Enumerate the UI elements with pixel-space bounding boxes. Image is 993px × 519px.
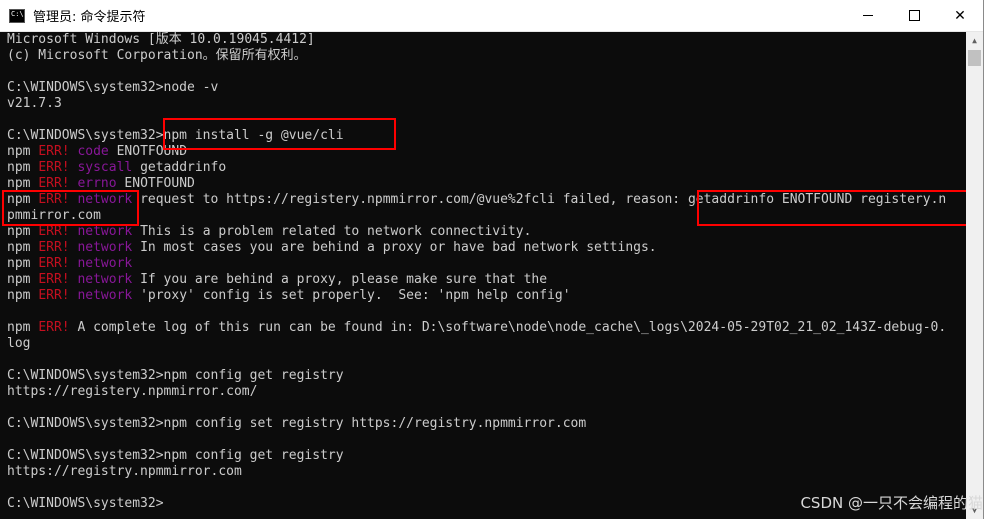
console-text: npm — [7, 224, 39, 239]
title-bar[interactable]: C:\ 管理员: 命令提示符 ✕ — [0, 0, 983, 32]
console-text: Microsoft Windows [版本 10.0.19045.4412] — [7, 32, 315, 47]
err-tag: ERR! — [38, 272, 70, 287]
err-category: network — [77, 288, 133, 303]
console-text: npm — [7, 256, 39, 271]
minimize-icon — [863, 15, 873, 16]
console-text: C:\WINDOWS\system32>npm config get regis… — [7, 368, 344, 383]
err-tag: ERR! — [38, 288, 70, 303]
cmd-app-icon: C:\ — [9, 8, 25, 23]
highlight-box-command — [163, 118, 396, 150]
console-text: log — [7, 336, 31, 351]
console-text: npm — [7, 160, 39, 175]
console-output[interactable]: Microsoft Windows [版本 10.0.19045.4412] (c… — [0, 32, 966, 519]
csdn-watermark: CSDN @一只不会编程的猫 — [800, 494, 983, 512]
vertical-scrollbar[interactable]: ▲ ▼ — [966, 32, 983, 519]
console-line: log — [7, 336, 946, 352]
close-button[interactable]: ✕ — [937, 0, 983, 31]
console-line: C:\WINDOWS\system32>npm config get regis… — [7, 448, 946, 464]
console-lines: Microsoft Windows [版本 10.0.19045.4412] (c… — [7, 32, 946, 512]
err-category: network — [77, 272, 133, 287]
window-title: 管理员: 命令提示符 — [33, 10, 146, 25]
console-text: A complete log of this run can be found … — [69, 320, 947, 335]
console-text: npm — [7, 320, 39, 335]
console-text: ENOTFOUND — [116, 176, 195, 191]
console-line: npm ERR! syscall getaddrinfo — [7, 160, 946, 176]
console-text: 'proxy' config is set properly. See: 'np… — [132, 288, 571, 303]
console-line: npm ERR! network 'proxy' config is set p… — [7, 288, 946, 304]
err-category: errno — [77, 176, 117, 191]
highlight-box-reason — [697, 190, 966, 226]
console-line: C:\WINDOWS\system32>node -v — [7, 80, 946, 96]
console-text: (c) Microsoft Corporation。保留所有权利。 — [7, 48, 307, 63]
console-line: npm ERR! code ENOTFOUND — [7, 144, 946, 160]
console-text: getaddrinfo — [132, 160, 227, 175]
minimize-button[interactable] — [845, 0, 891, 31]
console-line: npm ERR! network This is a problem relat… — [7, 224, 946, 240]
console-text: https://registery.npmmirror.com/ — [7, 384, 258, 399]
console-line: https://registry.npmmirror.com — [7, 464, 946, 480]
console-text: https://registry.npmmirror.com — [7, 464, 242, 479]
console-line: C:\WINDOWS\system32>npm config set regis… — [7, 416, 946, 432]
console-text: If you are behind a proxy, please make s… — [132, 272, 548, 287]
err-category: syscall — [77, 160, 133, 175]
scroll-up-arrow-icon[interactable]: ▲ — [966, 32, 983, 49]
console-text: C:\WINDOWS\system32>npm config get regis… — [7, 448, 344, 463]
err-tag: ERR! — [38, 320, 70, 335]
err-category: network — [77, 240, 133, 255]
err-tag: ERR! — [38, 256, 70, 271]
console-text: C:\WINDOWS\system32> — [7, 496, 164, 511]
console-text: C:\WINDOWS\system32>node -v — [7, 80, 219, 95]
err-tag: ERR! — [38, 224, 70, 239]
console-text: npm — [7, 272, 39, 287]
err-category: code — [77, 144, 109, 159]
console-text: C:\WINDOWS\system32>npm config set regis… — [7, 416, 587, 431]
command-prompt-window: C:\ 管理员: 命令提示符 ✕ Microsoft Windows [版本 1… — [0, 0, 984, 519]
err-category: network — [77, 256, 133, 271]
scrollbar-thumb[interactable] — [968, 50, 981, 66]
console-text: This is a problem related to network con… — [132, 224, 532, 239]
console-text: npm — [7, 240, 39, 255]
err-tag: ERR! — [38, 176, 70, 191]
console-line: npm ERR! A complete log of this run can … — [7, 320, 946, 336]
console-text: npm — [7, 144, 39, 159]
err-tag: ERR! — [38, 240, 70, 255]
err-category: network — [77, 224, 133, 239]
err-tag: ERR! — [38, 160, 70, 175]
maximize-button[interactable] — [891, 0, 937, 31]
maximize-icon — [908, 10, 920, 21]
console-line: npm ERR! network — [7, 256, 946, 272]
console-text: v21.7.3 — [7, 96, 62, 111]
console-text: In most cases you are behind a proxy or … — [132, 240, 657, 255]
console-line: https://registery.npmmirror.com/ — [7, 384, 946, 400]
console-line: npm ERR! network If you are behind a pro… — [7, 272, 946, 288]
close-icon: ✕ — [954, 7, 966, 24]
console-line: v21.7.3 — [7, 96, 946, 112]
console-text: npm — [7, 288, 39, 303]
console-line: C:\WINDOWS\system32>npm config get regis… — [7, 368, 946, 384]
err-tag: ERR! — [38, 144, 70, 159]
console-line: C:\WINDOWS\system32>npm install -g @vue/… — [7, 128, 946, 144]
console-line: npm ERR! network In most cases you are b… — [7, 240, 946, 256]
highlight-box-err-network — [2, 190, 139, 226]
console-line: Microsoft Windows [版本 10.0.19045.4412] — [7, 32, 946, 48]
console-text: npm — [7, 176, 39, 191]
console-line: (c) Microsoft Corporation。保留所有权利。 — [7, 48, 946, 64]
